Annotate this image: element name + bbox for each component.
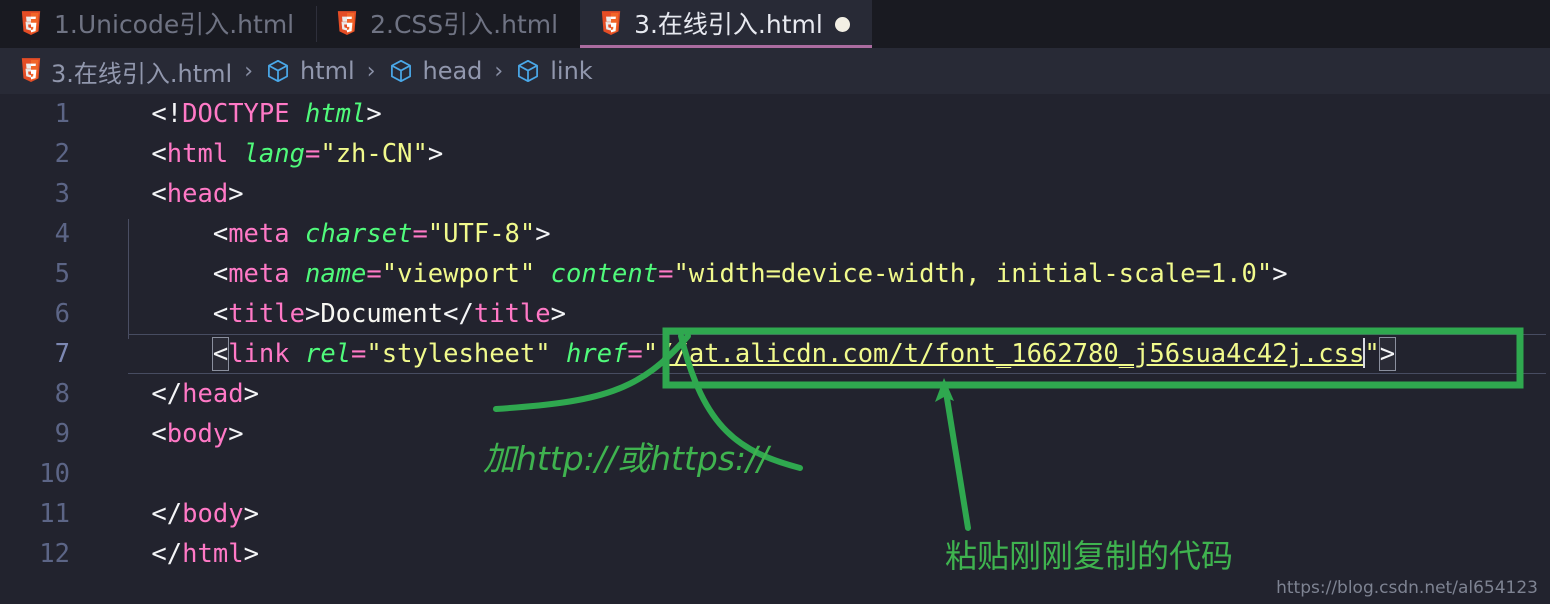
breadcrumb-item-head[interactable]: head	[388, 57, 483, 85]
breadcrumb-label: 3.在线引入.html	[51, 59, 233, 88]
bracket-match-close: >	[1378, 336, 1397, 371]
tab-label: 3.在线引入.html	[634, 9, 823, 39]
line-number: 3	[54, 179, 70, 209]
breadcrumb-item-link[interactable]: link	[515, 57, 593, 85]
breadcrumb-separator-icon: ›	[366, 58, 376, 84]
tab-2-css[interactable]: 2.CSS引入.html	[316, 0, 581, 48]
watermark: https://blog.csdn.net/al654123	[1276, 578, 1538, 598]
tab-label: 1.Unicode引入.html	[54, 9, 295, 39]
line-content: </body>	[151, 499, 259, 529]
code-line[interactable]: 10	[0, 454, 1550, 494]
unsaved-indicator-icon[interactable]	[834, 16, 850, 32]
line-content: <head>	[151, 179, 244, 209]
html5-icon	[21, 58, 41, 82]
breadcrumb-label: html	[300, 57, 355, 85]
line-content: <meta charset="UTF-8">	[212, 219, 551, 249]
line-content: <link rel="stylesheet" href="//at.alicdn…	[211, 336, 1397, 371]
line-content: <title>Document</title>	[212, 299, 566, 329]
annotation-protocol-label: 加http://或https://	[483, 439, 769, 478]
code-line[interactable]: 8 </head>	[0, 374, 1550, 414]
line-number: 9	[54, 419, 70, 449]
tab-1-unicode[interactable]: 1.Unicode引入.html	[0, 0, 317, 48]
code-line[interactable]: 12 </html>	[0, 534, 1550, 574]
line-number: 6	[54, 299, 70, 329]
line-number: 8	[54, 379, 70, 409]
line-number: 7	[54, 339, 70, 369]
code-line[interactable]: 1 <!DOCTYPE html>	[0, 94, 1550, 134]
code-line[interactable]: 9 <body>	[0, 414, 1550, 454]
breadcrumb-label: link	[550, 57, 593, 85]
line-number: 1	[54, 99, 70, 129]
text-cursor	[1363, 337, 1366, 368]
line-number: 4	[54, 219, 70, 249]
code-line[interactable]: 3 <head>	[0, 174, 1550, 214]
html5-icon	[337, 11, 357, 35]
line-number: 5	[54, 259, 70, 289]
line-number: 2	[54, 139, 70, 169]
line-content: <meta name="viewport" content="width=dev…	[212, 259, 1288, 289]
line-content: <!DOCTYPE html>	[151, 99, 382, 129]
code-line[interactable]: 5 <meta name="viewport" content="width=d…	[0, 254, 1550, 294]
symbol-cube-icon	[518, 59, 539, 83]
url-link[interactable]: //at.alicdn.com/t/font_1662780_j56sua4c4…	[658, 339, 1364, 369]
symbol-cube-icon	[390, 59, 411, 83]
breadcrumb-label: head	[422, 57, 483, 85]
line-number: 12	[39, 539, 70, 569]
line-content: <html lang="zh-CN">	[151, 139, 444, 169]
tab-label: 2.CSS引入.html	[370, 9, 559, 39]
breadcrumb-item-html[interactable]: html	[265, 57, 355, 85]
html5-icon	[601, 11, 621, 35]
code-line-current[interactable]: 7 <link rel="stylesheet" href="//at.alic…	[0, 334, 1550, 374]
annotation-paste-label: 粘贴刚刚复制的代码	[945, 537, 1234, 575]
breadcrumb-separator-icon: ›	[494, 58, 504, 84]
line-number: 10	[39, 459, 70, 489]
code-editor[interactable]: 1 <!DOCTYPE html> 2 <html lang="zh-CN"> …	[0, 94, 1550, 604]
symbol-cube-icon	[268, 59, 288, 83]
code-line[interactable]: 6 <title>Document</title>	[0, 294, 1550, 334]
line-content: </head>	[151, 379, 259, 409]
bracket-match-open: <	[211, 336, 230, 371]
code-line[interactable]: 4 <meta charset="UTF-8">	[0, 214, 1550, 254]
breadcrumb: 3.在线引入.html › html › head › link	[0, 48, 1550, 94]
tab-3-online[interactable]: 3.在线引入.html	[580, 0, 872, 48]
html5-icon	[21, 11, 41, 35]
code-line[interactable]: 2 <html lang="zh-CN">	[0, 134, 1550, 174]
line-content: </html>	[151, 539, 259, 569]
breadcrumb-item-file[interactable]: 3.在线引入.html	[20, 54, 232, 89]
line-content: <body>	[151, 419, 244, 449]
code-line[interactable]: 11 </body>	[0, 494, 1550, 534]
line-number: 11	[39, 499, 70, 529]
editor-tab-bar: 1.Unicode引入.html 2.CSS引入.html 3.在线引入.htm…	[0, 0, 1550, 48]
breadcrumb-separator-icon: ›	[244, 58, 254, 84]
